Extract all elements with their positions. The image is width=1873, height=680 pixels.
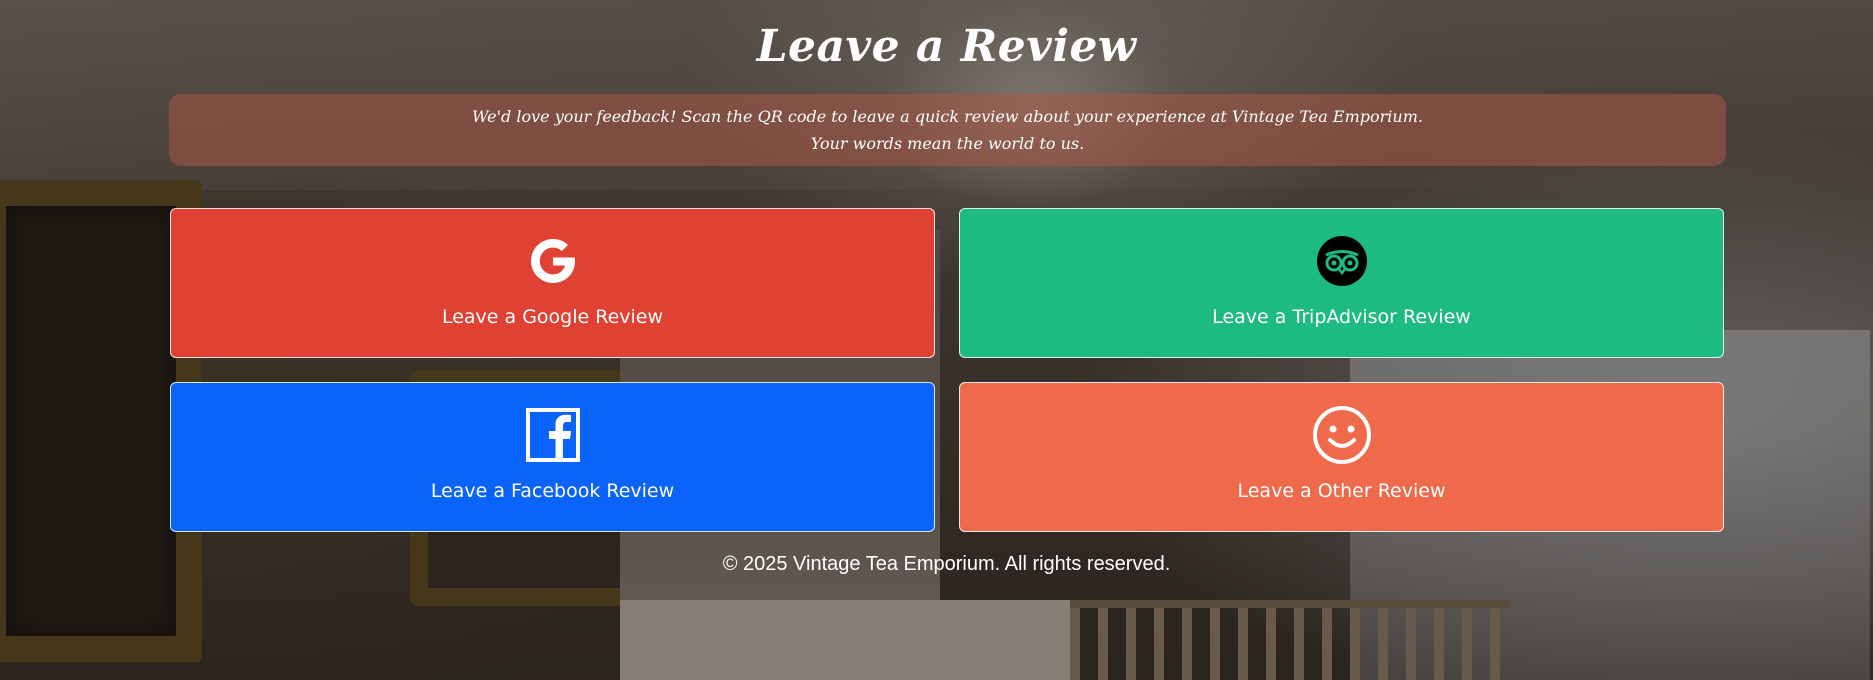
tripadvisor-review-button[interactable]: Leave a TripAdvisor Review [959, 208, 1724, 358]
facebook-icon [523, 405, 583, 465]
intro-banner: We'd love your feedback! Scan the QR cod… [169, 94, 1726, 166]
page-title: Leave a Review [756, 21, 1137, 72]
tripadvisor-review-label: Leave a TripAdvisor Review [1212, 306, 1471, 328]
other-review-button[interactable]: Leave a Other Review [959, 382, 1724, 532]
review-page: Leave a Review We'd love your feedback! … [0, 0, 1873, 680]
google-icon [523, 231, 583, 291]
google-review-button[interactable]: Leave a Google Review [170, 208, 935, 358]
intro-text-line1: We'd love your feedback! Scan the QR cod… [472, 107, 1423, 126]
google-review-label: Leave a Google Review [441, 306, 664, 328]
smiley-icon [1312, 405, 1372, 465]
intro-text-line2: Your words mean the world to us. [810, 134, 1085, 153]
other-review-label: Leave a Other Review [1237, 480, 1446, 502]
facebook-review-button[interactable]: Leave a Facebook Review [170, 382, 935, 532]
footer-copyright: © 2025 Vintage Tea Emporium. All rights … [722, 553, 1171, 575]
review-button-grid: Leave a Google Review Leave a TripAdviso… [170, 208, 1725, 532]
facebook-review-label: Leave a Facebook Review [430, 480, 675, 502]
tripadvisor-icon [1312, 231, 1372, 291]
